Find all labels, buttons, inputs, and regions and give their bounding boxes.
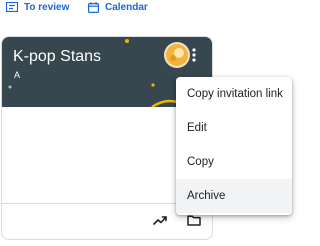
more-options-icon[interactable]	[190, 46, 198, 64]
class-card-context-menu: Copy invitation link Edit Copy Archive	[176, 77, 292, 215]
menu-item-edit[interactable]: Edit	[176, 111, 292, 145]
folder-icon	[187, 214, 201, 226]
avatar-image	[170, 48, 184, 61]
trending-up-icon	[153, 216, 167, 225]
open-folder-button[interactable]	[186, 213, 202, 227]
open-gradebook-button[interactable]	[152, 213, 168, 227]
calendar-label: Calendar	[105, 1, 148, 13]
to-review-label: To review	[24, 1, 70, 13]
class-section: A	[14, 70, 21, 80]
class-title[interactable]: K-pop Stans	[13, 48, 101, 66]
menu-item-copy[interactable]: Copy	[176, 145, 292, 179]
review-list-icon	[6, 2, 18, 12]
calendar-link[interactable]: Calendar	[88, 0, 148, 14]
menu-item-copy-invitation-link[interactable]: Copy invitation link	[176, 77, 292, 111]
calendar-icon	[88, 1, 99, 13]
teacher-avatar	[166, 44, 188, 66]
top-nav: To review Calendar	[0, 0, 300, 18]
to-review-link[interactable]: To review	[6, 0, 69, 14]
menu-item-archive[interactable]: Archive	[176, 179, 292, 213]
